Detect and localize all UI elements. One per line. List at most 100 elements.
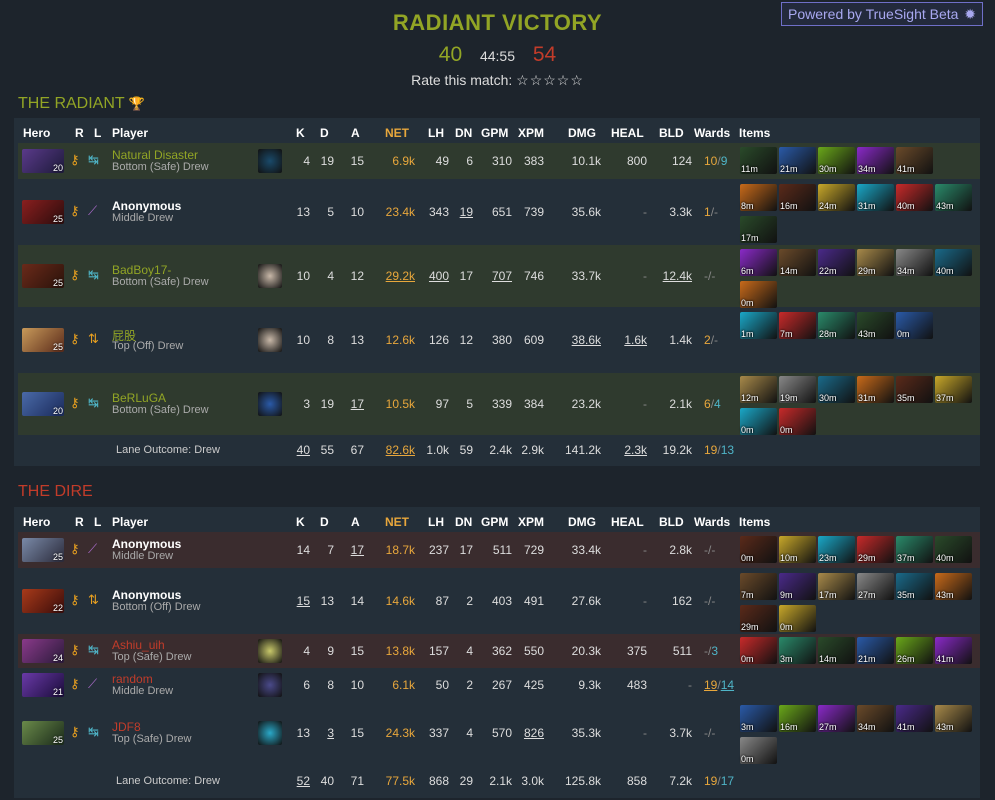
dire-player-row[interactable]: 25 ⚷ ⟋ Anonymous Middle Drew 14 7 17 18.7k 237 17 5… bbox=[18, 532, 980, 568]
item-icon[interactable]: 41m bbox=[935, 637, 972, 664]
hero-portrait[interactable]: 25 bbox=[22, 721, 64, 745]
item-icon[interactable]: 29m bbox=[857, 249, 894, 276]
item-icon[interactable]: 8m bbox=[740, 184, 777, 211]
item-icon[interactable]: 43m bbox=[935, 184, 972, 211]
radiant-player-row[interactable]: 25 ⚷ ⇅ 屁股 Top (Off) Drew 10 8 13 12.6k 126 12 380 60… bbox=[18, 309, 980, 371]
item-icon[interactable]: 0m bbox=[896, 312, 933, 339]
dire-player-row[interactable]: 22 ⚷ ⇅ Anonymous Bottom (Off) Drew 15 13 14 14.6… bbox=[18, 570, 980, 632]
player-name[interactable]: BadBoy17- bbox=[112, 263, 171, 277]
item-icon[interactable]: 7m bbox=[779, 312, 816, 339]
item-icon[interactable]: 0m bbox=[740, 281, 777, 308]
item-time: 6m bbox=[741, 266, 754, 276]
player-avatar[interactable] bbox=[258, 392, 282, 416]
item-icon[interactable]: 0m bbox=[740, 536, 777, 563]
item-icon[interactable]: 0m bbox=[779, 605, 816, 632]
player-name[interactable]: Anonymous bbox=[112, 537, 181, 551]
item-icon[interactable]: 9m bbox=[779, 573, 816, 600]
player-name[interactable]: Anonymous bbox=[112, 199, 181, 213]
player-name[interactable]: Natural Disaster bbox=[112, 148, 198, 162]
item-icon[interactable]: 34m bbox=[857, 705, 894, 732]
radiant-player-row[interactable]: 25 ⚷ ↹ BadBoy17- Bottom (Safe) Drew 10 4 12 29.2… bbox=[18, 245, 980, 308]
item-icon[interactable]: 6m bbox=[740, 249, 777, 276]
radiant-player-row[interactable]: 25 ⚷ ⟋ Anonymous Middle Drew 13 5 10 23.4k 343 19 6… bbox=[18, 181, 980, 243]
player-name[interactable]: BeRLuGA bbox=[112, 391, 166, 405]
radiant-player-row[interactable]: 20 ⚷ ↹ Natural Disaster Bottom (Safe) Drew 4 1… bbox=[18, 143, 980, 179]
item-icon[interactable]: 19m bbox=[779, 376, 816, 403]
item-icon[interactable]: 16m bbox=[779, 184, 816, 211]
rating-stars[interactable]: ☆☆☆☆☆ bbox=[516, 72, 584, 88]
hero-portrait[interactable]: 20 bbox=[22, 149, 64, 173]
player-name[interactable]: JDF8 bbox=[112, 720, 141, 734]
item-icon[interactable]: 21m bbox=[857, 637, 894, 664]
dire-player-row[interactable]: 21 ⚷ ⟋ random Middle Drew 6 8 10 6.1k 50 2 267 425 9.… bbox=[18, 670, 980, 700]
radiant-player-row[interactable]: 20 ⚷ ↹ BeRLuGA Bottom (Safe) Drew 3 19 17 10.5k 9… bbox=[18, 373, 980, 435]
hero-portrait[interactable]: 24 bbox=[22, 639, 64, 663]
item-icon[interactable]: 40m bbox=[896, 184, 933, 211]
player-avatar[interactable] bbox=[258, 639, 282, 663]
player-avatar[interactable] bbox=[258, 149, 282, 173]
item-icon[interactable]: 31m bbox=[857, 184, 894, 211]
item-icon[interactable]: 0m bbox=[740, 408, 777, 435]
item-icon[interactable]: 7m bbox=[740, 573, 777, 600]
item-icon[interactable]: 37m bbox=[935, 376, 972, 403]
player-avatar[interactable] bbox=[258, 328, 282, 352]
item-icon[interactable]: 43m bbox=[857, 312, 894, 339]
item-icon[interactable]: 41m bbox=[896, 147, 933, 174]
item-icon[interactable]: 0m bbox=[779, 408, 816, 435]
powered-by-button[interactable]: Powered by TrueSight Beta ✹ bbox=[781, 2, 983, 26]
player-name[interactable]: Anonymous bbox=[112, 588, 181, 602]
item-icon[interactable]: 29m bbox=[740, 605, 777, 632]
item-icon[interactable]: 35m bbox=[896, 376, 933, 403]
item-icon[interactable]: 23m bbox=[818, 536, 855, 563]
item-icon[interactable]: 31m bbox=[857, 376, 894, 403]
item-icon[interactable]: 29m bbox=[857, 536, 894, 563]
item-icon[interactable]: 11m bbox=[740, 147, 777, 174]
item-icon[interactable]: 35m bbox=[896, 573, 933, 600]
item-icon[interactable]: 34m bbox=[896, 249, 933, 276]
player-name[interactable]: Ashiu_uih bbox=[112, 638, 165, 652]
player-avatar[interactable] bbox=[258, 721, 282, 745]
item-icon[interactable]: 3m bbox=[779, 637, 816, 664]
item-icon[interactable]: 0m bbox=[740, 737, 777, 764]
item-icon[interactable]: 30m bbox=[818, 147, 855, 174]
item-icon[interactable]: 17m bbox=[740, 216, 777, 243]
item-icon[interactable]: 30m bbox=[818, 376, 855, 403]
item-icon[interactable]: 43m bbox=[935, 705, 972, 732]
dire-player-row[interactable]: 25 ⚷ ↹ JDF8 Top (Safe) Drew 13 3 15 24.3k 337 4 570… bbox=[18, 702, 980, 764]
item-icon[interactable]: 1m bbox=[740, 312, 777, 339]
item-icon[interactable]: 26m bbox=[896, 637, 933, 664]
player-avatar[interactable] bbox=[258, 264, 282, 288]
radiant-header-row: Hero R L Player K D A NET LH DN GPM XPM DMG HEAL BLD Wa… bbox=[14, 118, 980, 146]
item-icon[interactable]: 10m bbox=[779, 536, 816, 563]
item-icon[interactable]: 40m bbox=[935, 536, 972, 563]
item-icon[interactable]: 41m bbox=[896, 705, 933, 732]
item-icon[interactable]: 3m bbox=[740, 705, 777, 732]
hero-portrait[interactable]: 25 bbox=[22, 328, 64, 352]
item-icon[interactable]: 16m bbox=[779, 705, 816, 732]
item-icon[interactable]: 43m bbox=[935, 573, 972, 600]
item-icon[interactable]: 14m bbox=[818, 637, 855, 664]
hero-portrait[interactable]: 21 bbox=[22, 673, 64, 697]
wards-sentry: - bbox=[711, 269, 716, 283]
item-icon[interactable]: 22m bbox=[818, 249, 855, 276]
hero-portrait[interactable]: 20 bbox=[22, 392, 64, 416]
player-avatar[interactable] bbox=[258, 673, 282, 697]
item-icon[interactable]: 27m bbox=[818, 705, 855, 732]
item-icon[interactable]: 14m bbox=[779, 249, 816, 276]
player-name[interactable]: random bbox=[112, 672, 153, 686]
item-icon[interactable]: 24m bbox=[818, 184, 855, 211]
item-icon[interactable]: 37m bbox=[896, 536, 933, 563]
hero-portrait[interactable]: 25 bbox=[22, 264, 64, 288]
item-icon[interactable]: 27m bbox=[857, 573, 894, 600]
item-icon[interactable]: 40m bbox=[935, 249, 972, 276]
item-icon[interactable]: 12m bbox=[740, 376, 777, 403]
item-icon[interactable]: 34m bbox=[857, 147, 894, 174]
hero-portrait[interactable]: 22 bbox=[22, 589, 64, 613]
dire-player-row[interactable]: 24 ⚷ ↹ Ashiu_uih Top (Safe) Drew 4 9 15 13.8k 157… bbox=[18, 634, 980, 668]
item-icon[interactable]: 17m bbox=[818, 573, 855, 600]
item-icon[interactable]: 21m bbox=[779, 147, 816, 174]
hero-portrait[interactable]: 25 bbox=[22, 538, 64, 562]
item-icon[interactable]: 28m bbox=[818, 312, 855, 339]
item-icon[interactable]: 0m bbox=[740, 637, 777, 664]
hero-portrait[interactable]: 25 bbox=[22, 200, 64, 224]
